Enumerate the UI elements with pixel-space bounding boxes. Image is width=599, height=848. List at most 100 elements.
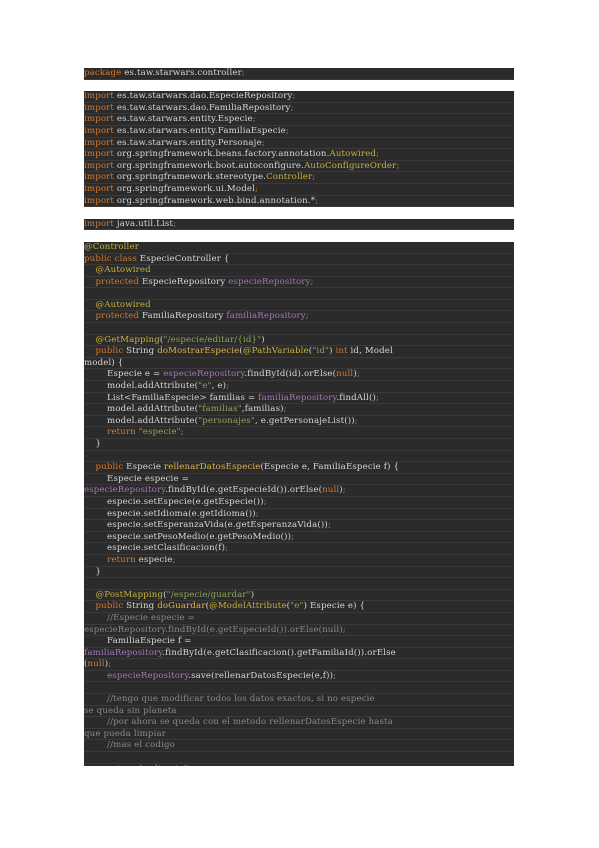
code-line: @Autowired [84, 299, 514, 312]
code-line: especie.setEsperanzaVida(e.getEsperanzaV… [84, 520, 514, 532]
code-token-plain: (Especie e, FamiliaEspecie f) { [260, 462, 400, 473]
code-line: especie.setIdioma(e.getIdioma()); [84, 508, 514, 521]
code-token-keyword: null [322, 485, 340, 496]
code-line: model.addAttribute("e", e); [84, 381, 514, 393]
code-token-plain: es.taw.starwars.dao.FamiliaRepository [114, 102, 291, 113]
code-token-comment: se queda sin planeta [84, 705, 177, 716]
code-token-plain: FamiliaEspecie f = [84, 636, 192, 647]
code-line: se queda sin planeta [84, 705, 514, 718]
code-token-keyword: ; [252, 114, 256, 125]
code-line: import es.taw.starwars.dao.FamiliaReposi… [84, 102, 514, 115]
code-line: public Especie rellenarDatosEspecie(Espe… [84, 462, 514, 474]
code-token-keyword: import [84, 183, 115, 194]
code-token-plain: especie.setClasificacion(f) [84, 543, 226, 554]
code-token-plain: especie.setEsperanzaVida(e.getEsperanzaV… [84, 520, 328, 531]
code-token-keyword: protected [95, 311, 140, 322]
code-token-field: especieRepository [228, 276, 311, 287]
code-token-plain: org.springframework.boot.autoconfigure. [114, 160, 305, 171]
code-token-plain: es.taw.starwars.controller [121, 68, 242, 78]
code-token-keyword: int [335, 346, 348, 357]
code-token-method: rellenarDatosEspecie [164, 462, 261, 473]
code-token-comment: //mas el codigo [84, 740, 175, 751]
code-token-plain: FamiliaRepository [139, 311, 227, 322]
code-token-keyword: ; [354, 415, 358, 426]
code-line: model.addAttribute("personajes", e.getPe… [84, 415, 514, 428]
code-token-plain: model.addAttribute( [84, 404, 199, 415]
code-token-plain: id, Model [347, 346, 393, 357]
code-token-field: familiaRepository [84, 647, 163, 658]
code-line: especieRepository.save(rellenarDatosEspe… [84, 670, 514, 683]
code-token-plain: EspecieRepository [139, 276, 229, 287]
code-token-keyword: import [84, 114, 115, 125]
code-token-plain: .findAll() [336, 392, 376, 403]
code-token-plain: especie.setIdioma(e.getIdioma()) [84, 508, 256, 519]
code-token-string: "e" [198, 381, 212, 392]
code-line: return "redirect:/"; [84, 763, 514, 766]
blank-gap [84, 230, 514, 242]
code-token-plain: } [84, 439, 102, 449]
code-token-annotation: @PathVariable [242, 346, 309, 357]
code-line: model) { [84, 357, 514, 370]
code-line: especie.setPesoMedio(e.getPesoMedio()); [84, 531, 514, 544]
code-token-string: "personajes" [198, 415, 255, 426]
code-token-plain: model.addAttribute( [84, 415, 199, 426]
code-token-comment: //por ahora se queda con el metodo relle… [84, 717, 393, 728]
code-line [84, 288, 514, 300]
code-token-plain: org.springframework.stereotype. [114, 172, 267, 183]
code-token-annotation: @PostMapping [95, 589, 164, 600]
code-token-keyword: ; [285, 125, 289, 136]
code-token-plain: ) [250, 589, 255, 600]
code-line: model.addAttribute("familias",familias); [84, 404, 514, 416]
code-line: import es.taw.starwars.entity.Personaje; [84, 137, 514, 150]
code-token-plain: especie.setPesoMedio(e.getPesoMedio()) [84, 531, 292, 542]
code-line: @PostMapping("/especie/guardar") [84, 589, 514, 602]
code-token-keyword: ; [283, 404, 287, 415]
code-token-keyword: ; [261, 137, 265, 148]
code-line: import es.taw.starwars.entity.Especie; [84, 114, 514, 126]
code-line: protected EspecieRepository especieRepos… [84, 276, 514, 289]
code-token-keyword: ; [291, 531, 295, 542]
code-token-keyword: ; [375, 392, 380, 403]
code-token-keyword: ; [255, 508, 259, 519]
code-line: import org.springframework.web.bind.anno… [84, 195, 514, 208]
code-token-field: especieRepository [163, 369, 245, 380]
code-token-keyword: ; [189, 764, 192, 766]
code-token-annotation: Autowired [329, 149, 377, 160]
code-token-keyword: ; [396, 160, 400, 171]
code-token-keyword: ; [342, 485, 346, 496]
blank-gap [84, 80, 514, 92]
code-line: especieRepository.findById(e.getEspecieI… [84, 624, 514, 637]
code-line: import org.springframework.beans.factory… [84, 149, 514, 161]
code-token-keyword: import [84, 102, 115, 113]
code-line: return especie; [84, 554, 514, 567]
code-token-keyword: import [84, 172, 115, 183]
code-line: que pueda limpiar [84, 728, 514, 741]
code-token-string: "redirect:/" [139, 764, 189, 766]
code-token-plain: especie.setEspecie(e.getEspecie()) [84, 496, 264, 507]
code-token-plain: , e) [211, 381, 227, 392]
code-token-plain: model) { [84, 357, 124, 368]
code-token-keyword: package [84, 68, 122, 78]
code-token-string: "/especie/guardar" [166, 589, 251, 600]
code-token-keyword: ; [290, 102, 294, 113]
code-token-comment: //Especie especie = [84, 612, 196, 623]
code-token-plain: model.addAttribute( [84, 381, 199, 392]
code-line: familiaRepository.findById(e.getClasific… [84, 647, 514, 660]
code-token-keyword: ; [310, 276, 314, 287]
code-line: public String doGuardar(@ModelAttribute(… [84, 601, 514, 613]
code-token-field: especieRepository [84, 485, 166, 496]
code-line: especie.setEspecie(e.getEspecie()); [84, 496, 514, 509]
code-token-plain: String [123, 346, 158, 357]
code-token-keyword: ; [226, 381, 230, 392]
code-line: import org.springframework.stereotype.Co… [84, 172, 514, 184]
code-line: (null); [84, 659, 514, 671]
